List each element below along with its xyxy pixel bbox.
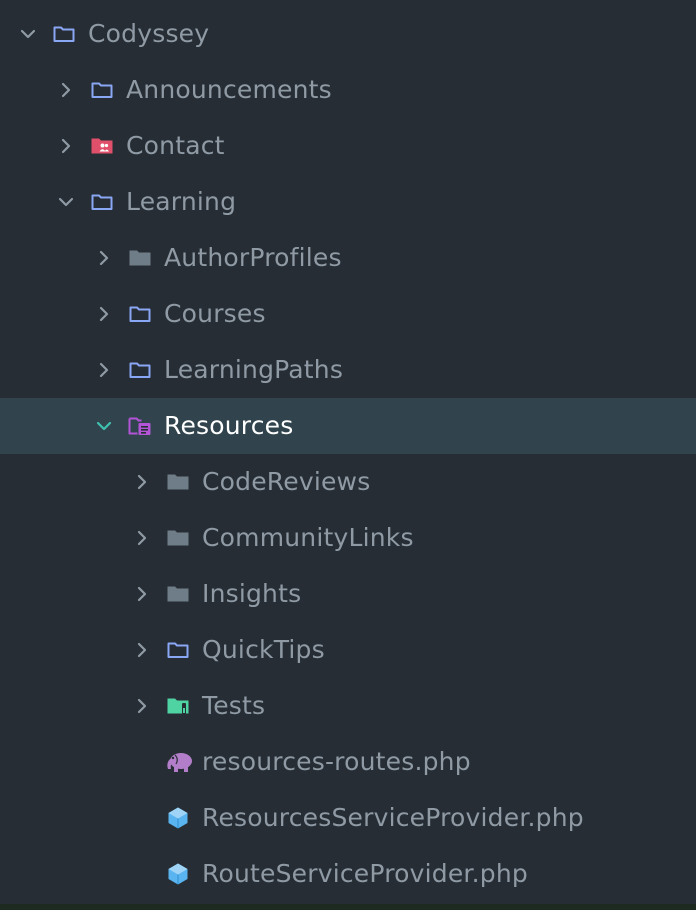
tree-item-codereviews[interactable]: CodeReviews <box>0 454 696 510</box>
tree-item-learningpaths[interactable]: LearningPaths <box>0 342 696 398</box>
tree-item-codyssey[interactable]: Codyssey <box>0 6 696 62</box>
chevron-right-icon[interactable] <box>132 696 152 716</box>
folder-filled-icon <box>166 526 190 550</box>
tree-item-label: CommunityLinks <box>202 523 414 552</box>
php-elephant-icon <box>164 750 196 774</box>
tree-item-label: LearningPaths <box>164 355 344 384</box>
tree-item-courses[interactable]: Courses <box>0 286 696 342</box>
folder-filled-icon <box>166 582 190 606</box>
chevron-down-icon[interactable] <box>18 24 38 44</box>
tree-item-routeserviceprovider-php[interactable]: RouteServiceProvider.php <box>0 846 696 902</box>
tree-item-authorprofiles[interactable]: AuthorProfiles <box>0 230 696 286</box>
tree-item-label: Announcements <box>126 75 332 104</box>
tree-item-resourcesserviceprovider-php[interactable]: ResourcesServiceProvider.php <box>0 790 696 846</box>
chevron-right-icon[interactable] <box>132 528 152 548</box>
tree-item-quicktips[interactable]: QuickTips <box>0 622 696 678</box>
folder-icon <box>52 22 76 46</box>
tree-item-announcements[interactable]: Announcements <box>0 62 696 118</box>
folder-icon <box>90 78 114 102</box>
chevron-down-icon[interactable] <box>94 416 114 436</box>
contacts-folder-icon <box>90 134 114 158</box>
tree-item-label: QuickTips <box>202 635 325 664</box>
bottom-edge <box>0 904 696 910</box>
chevron-down-icon[interactable] <box>56 192 76 212</box>
test-folder-icon <box>166 694 190 718</box>
tree-item-tests[interactable]: Tests <box>0 678 696 734</box>
tree-item-contact[interactable]: Contact <box>0 118 696 174</box>
tree-item-label: Courses <box>164 299 266 328</box>
php-class-icon <box>166 862 190 886</box>
chevron-right-icon[interactable] <box>94 304 114 324</box>
tree-item-label: Insights <box>202 579 302 608</box>
tree-item-resources-routes-php[interactable]: resources-routes.php <box>0 734 696 790</box>
tree-item-label: CodeReviews <box>202 467 371 496</box>
resources-folder-icon <box>128 414 152 438</box>
folder-filled-icon <box>128 246 152 270</box>
folder-icon <box>166 638 190 662</box>
folder-icon <box>128 358 152 382</box>
tree-item-resources[interactable]: Resources <box>0 398 696 454</box>
chevron-right-icon[interactable] <box>132 640 152 660</box>
tree-item-label: Resources <box>164 411 294 440</box>
chevron-right-icon[interactable] <box>132 584 152 604</box>
php-class-icon <box>166 806 190 830</box>
tree-item-label: Codyssey <box>88 19 210 48</box>
tree-item-label: RouteServiceProvider.php <box>202 859 528 888</box>
chevron-right-icon[interactable] <box>56 80 76 100</box>
tree-item-communitylinks[interactable]: CommunityLinks <box>0 510 696 566</box>
chevron-right-icon[interactable] <box>94 360 114 380</box>
folder-icon <box>90 190 114 214</box>
tree-item-insights[interactable]: Insights <box>0 566 696 622</box>
tree-item-label: resources-routes.php <box>202 747 471 776</box>
file-tree: Codyssey Announcements Contact Learning Auth… <box>0 6 696 902</box>
chevron-right-icon[interactable] <box>94 248 114 268</box>
chevron-right-icon[interactable] <box>132 472 152 492</box>
tree-item-label: AuthorProfiles <box>164 243 342 272</box>
tree-item-label: Contact <box>126 131 225 160</box>
tree-item-learning[interactable]: Learning <box>0 174 696 230</box>
tree-item-label: ResourcesServiceProvider.php <box>202 803 584 832</box>
folder-icon <box>128 302 152 326</box>
chevron-right-icon[interactable] <box>56 136 76 156</box>
tree-item-label: Learning <box>126 187 237 216</box>
tree-item-label: Tests <box>202 691 266 720</box>
folder-filled-icon <box>166 470 190 494</box>
